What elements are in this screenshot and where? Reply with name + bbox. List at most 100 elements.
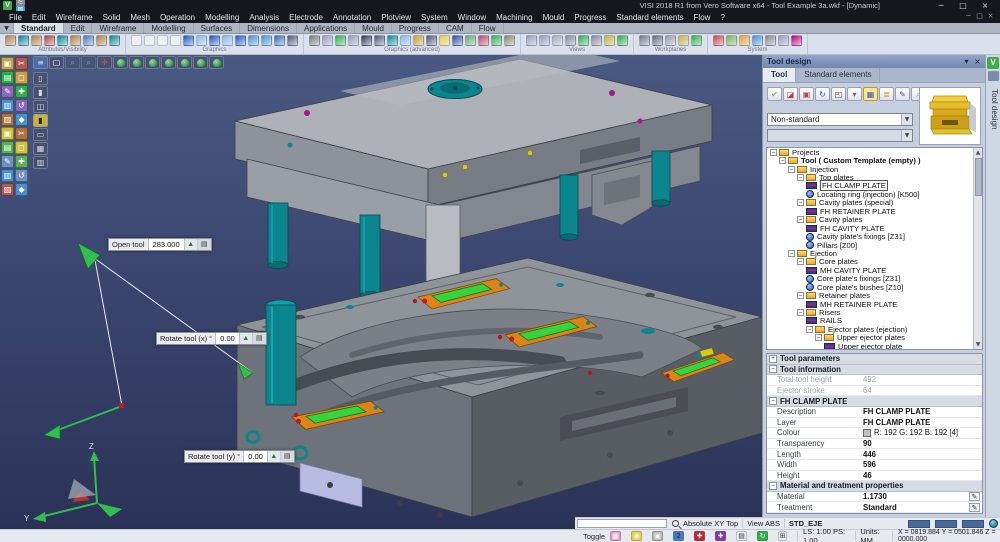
param-value[interactable]: 64 xyxy=(863,386,982,395)
search-input[interactable] xyxy=(577,519,667,528)
view-preset-icon-2[interactable]: ⌕ xyxy=(65,56,80,69)
menu-mould[interactable]: Mould xyxy=(538,13,570,22)
menu-plotview[interactable]: Plotview xyxy=(376,13,416,22)
param-value[interactable]: 446 xyxy=(863,450,982,459)
minimize-icon[interactable]: ─ xyxy=(930,1,952,10)
toggle-icon-3[interactable]: ▣ xyxy=(652,531,663,541)
mdi-minimize-icon[interactable]: ─ xyxy=(963,12,974,21)
panel-tool-icon-7[interactable]: ▦ xyxy=(863,87,878,101)
param-value[interactable]: 46 xyxy=(863,471,982,480)
param-value[interactable]: 90 xyxy=(863,439,982,448)
tree-item[interactable]: Pillars [Z00] xyxy=(767,241,982,249)
tree-expander-icon[interactable]: − xyxy=(797,216,804,223)
ribbon-tab-dimensions[interactable]: Dimensions xyxy=(240,23,297,33)
toolbar-icon-3-14[interactable] xyxy=(478,35,489,46)
view-preset-icon-9[interactable] xyxy=(177,56,192,69)
toolbar-icon-4-4[interactable] xyxy=(565,35,576,46)
menu-system[interactable]: System xyxy=(416,13,453,22)
menu-standard-elements[interactable]: Standard elements xyxy=(611,13,688,22)
open-tool-apply-icon[interactable]: ▲ xyxy=(185,239,198,250)
toolbar-icon-3-5[interactable] xyxy=(361,35,372,46)
tree-expander-icon[interactable]: − xyxy=(797,292,804,299)
view-mode-button[interactable]: Absolute XY Top xyxy=(683,519,738,528)
toolbar-icon-3-16[interactable] xyxy=(504,35,515,46)
layer-block-1[interactable] xyxy=(908,520,930,528)
ribbon-tab-surfaces[interactable]: Surfaces xyxy=(194,23,241,33)
left-tool-icon-7[interactable]: ▥ xyxy=(1,99,14,112)
menu-analysis[interactable]: Analysis xyxy=(244,13,284,22)
ribbon-tab-edit[interactable]: Edit xyxy=(64,23,93,33)
tree-expander-icon[interactable]: − xyxy=(797,258,804,265)
toolbar-icon-2-7[interactable] xyxy=(209,35,220,46)
param-section-header[interactable]: −FH CLAMP PLATE xyxy=(767,396,982,407)
toggle-icon-2[interactable]: ◉ xyxy=(631,531,642,541)
tree-expander-icon[interactable]: − xyxy=(806,326,813,333)
3d-viewport[interactable]: Z Y Open tool 283.000 ▲ ▤ Rotate tool (x… xyxy=(0,55,762,529)
menu-machining[interactable]: Machining xyxy=(491,13,537,22)
tree-item[interactable]: FH RETAINER PLATE xyxy=(767,207,982,215)
toggle-icon-7[interactable]: ▤ xyxy=(736,531,747,541)
tree-item[interactable]: Upper ejector plate xyxy=(767,342,982,350)
rotate-x-input[interactable]: 0.00 xyxy=(216,333,240,344)
ribbon-tab-applications[interactable]: Applications xyxy=(297,23,355,33)
toolbar-icon-4-8[interactable] xyxy=(617,35,628,46)
param-value[interactable]: 492 xyxy=(863,375,982,384)
menu-modelling[interactable]: Modelling xyxy=(200,13,244,22)
left-tool-icon-6[interactable]: ✚ xyxy=(15,85,28,98)
globe-icon[interactable] xyxy=(989,519,998,528)
toolbar-icon-3-12[interactable] xyxy=(452,35,463,46)
left-tool-icon-15[interactable]: ✎ xyxy=(1,155,14,168)
toolbar-icon-3-11[interactable] xyxy=(439,35,450,46)
menu-solid[interactable]: Solid xyxy=(98,13,126,22)
left-tool-icon-3[interactable]: ▤ xyxy=(1,71,14,84)
panel-tool-icon-6[interactable]: ▾ xyxy=(847,87,862,101)
tree-item[interactable]: −Ejection xyxy=(767,249,982,257)
toolbar-icon-2-13[interactable] xyxy=(287,35,298,46)
toolbar-icon-2-12[interactable] xyxy=(274,35,285,46)
menu-flow[interactable]: Flow xyxy=(689,13,716,22)
toolbar-icon-2-10[interactable] xyxy=(248,35,259,46)
ribbon-tab-standard[interactable]: Standard xyxy=(14,23,64,33)
toolbar-icon-5-4[interactable] xyxy=(678,35,689,46)
view-preset-icon-5[interactable] xyxy=(113,56,128,69)
expander-icon[interactable]: − xyxy=(769,397,777,405)
tree-item[interactable]: MH RETAINER PLATE xyxy=(767,300,982,308)
toggle-icon-4[interactable]: 2 xyxy=(673,531,684,541)
toolbar-icon-6-1[interactable] xyxy=(713,35,724,46)
toolbar-icon-4-1[interactable] xyxy=(526,35,537,46)
toolbar-icon-1-3[interactable] xyxy=(31,35,42,46)
ribbon-tab-wireframe[interactable]: Wireframe xyxy=(92,23,144,33)
toolbar-icon-4-2[interactable] xyxy=(539,35,550,46)
toggle-icon-1[interactable]: ▦ xyxy=(610,531,621,541)
tree-item[interactable]: Cavity plate's fixings [Z31] xyxy=(767,232,982,240)
left-tool-icon-20[interactable]: ◆ xyxy=(15,183,28,196)
tree-expander-icon[interactable]: − xyxy=(788,166,795,173)
ribbon-tab-cam[interactable]: CAM xyxy=(439,23,472,33)
param-value[interactable]: FH CLAMP PLATE xyxy=(863,418,982,427)
panel-tab-standard-elements[interactable]: Standard elements xyxy=(796,68,880,82)
tree-expander-icon[interactable]: − xyxy=(797,199,804,206)
grid-snap-icon[interactable]: ⊞ xyxy=(778,531,787,541)
toolbar-icon-1-2[interactable] xyxy=(18,35,29,46)
menu-annotation[interactable]: Annotation xyxy=(328,13,376,22)
param-value[interactable]: Standard✎ xyxy=(863,503,982,512)
tree-expander-icon[interactable]: − xyxy=(815,334,822,341)
display-mode-icon-7[interactable]: ▥ xyxy=(33,156,48,169)
param-section-header[interactable]: −Material and treatment properties xyxy=(767,481,982,492)
param-value[interactable]: 1.1730✎ xyxy=(863,492,982,501)
toolbar-icon-3-7[interactable] xyxy=(387,35,398,46)
menu-electrode[interactable]: Electrode xyxy=(284,13,328,22)
toggle-label[interactable]: Toggle xyxy=(583,532,605,541)
view-preset-icon-10[interactable] xyxy=(193,56,208,69)
mdi-close-icon[interactable]: × xyxy=(985,12,996,21)
scrollbar-thumb[interactable] xyxy=(975,158,982,196)
view-abs-button[interactable]: View ABS xyxy=(747,519,780,528)
rotate-x-options-icon[interactable]: ▤ xyxy=(253,333,266,344)
tree-expander-icon[interactable]: − xyxy=(797,174,804,181)
display-mode-icon-2[interactable]: ▮ xyxy=(33,86,48,99)
toolbar-icon-2-9[interactable] xyxy=(235,35,246,46)
dock-tab-tool-design[interactable]: Tool design xyxy=(987,89,999,129)
display-mode-icon-5[interactable]: ▭ xyxy=(33,128,48,141)
panel-tool-icon-9[interactable]: ✎ xyxy=(895,87,910,101)
panel-tool-icon-2[interactable]: ◪ xyxy=(783,87,798,101)
